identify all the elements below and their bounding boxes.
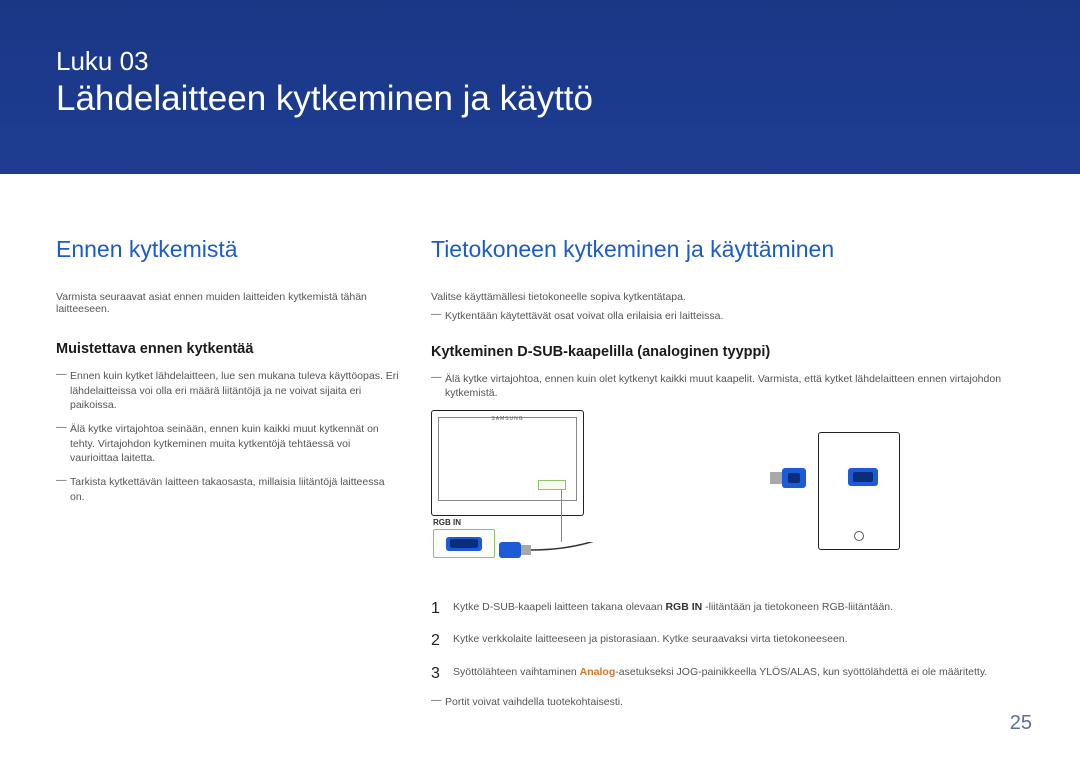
section-heading-before-connecting: Ennen kytkemistä (56, 236, 401, 263)
step-text: Kytke D-SUB-kaapeli laitteen takana olev… (453, 598, 893, 620)
cable-icon (497, 542, 797, 582)
page-content: Ennen kytkemistä Varmista seuraavat asia… (0, 174, 1080, 719)
note-item: Älä kytke virtajohtoa, ennen kuin olet k… (431, 372, 1020, 401)
rgb-in-label: RGB IN (433, 518, 461, 527)
note-item: Tarkista kytkettävän laitteen takaosasta… (56, 475, 401, 504)
note-item: Kytkentään käytettävät osat voivat olla … (431, 309, 1020, 324)
note-item: Älä kytke virtajohtoa seinään, ennen kui… (56, 422, 401, 466)
rgb-port-icon (433, 529, 495, 558)
subsection-heading: Muistettava ennen kytkentää (56, 341, 401, 357)
step-item: 2 Kytke verkkolaite laitteeseen ja pisto… (431, 630, 1020, 652)
step-number: 1 (431, 598, 453, 620)
step-number: 3 (431, 663, 453, 685)
steps-list: 1 Kytke D-SUB-kaapeli laitteen takana ol… (431, 598, 1020, 685)
note-item: Ennen kuin kytket lähdelaitteen, lue sen… (56, 369, 401, 413)
footnote: Portit voivat vaihdella tuotekohtaisesti… (431, 695, 1020, 710)
step-text: Syöttölähteen vaihtaminen Analog-asetuks… (453, 663, 987, 685)
intro-text: Valitse käyttämällesi tietokoneelle sopi… (431, 291, 1020, 303)
step-item: 3 Syöttölähteen vaihtaminen Analog-asetu… (431, 663, 1020, 685)
step-number: 2 (431, 630, 453, 652)
subsection-heading-dsub: Kytkeminen D-SUB-kaapelilla (analoginen … (431, 344, 1020, 360)
connection-diagram: SAMSUNG RGB IN (431, 410, 1020, 580)
chapter-label: Luku 03 (56, 46, 1024, 77)
step-item: 1 Kytke D-SUB-kaapeli laitteen takana ol… (431, 598, 1020, 620)
step-text: Kytke verkkolaite laitteeseen ja pistora… (453, 630, 848, 652)
chapter-title: Lähdelaitteen kytkeminen ja käyttö (56, 79, 1024, 119)
page-number: 25 (1010, 712, 1032, 735)
section-heading-connecting-pc: Tietokoneen kytkeminen ja käyttäminen (431, 236, 1020, 263)
vga-connector-icon (770, 466, 820, 504)
pc-icon (818, 432, 900, 550)
chapter-banner: Luku 03 Lähdelaitteen kytkeminen ja käyt… (0, 0, 1080, 174)
left-column: Ennen kytkemistä Varmista seuraavat asia… (56, 236, 431, 719)
intro-text: Varmista seuraavat asiat ennen muiden la… (56, 291, 401, 315)
right-column: Tietokoneen kytkeminen ja käyttäminen Va… (431, 236, 1020, 719)
